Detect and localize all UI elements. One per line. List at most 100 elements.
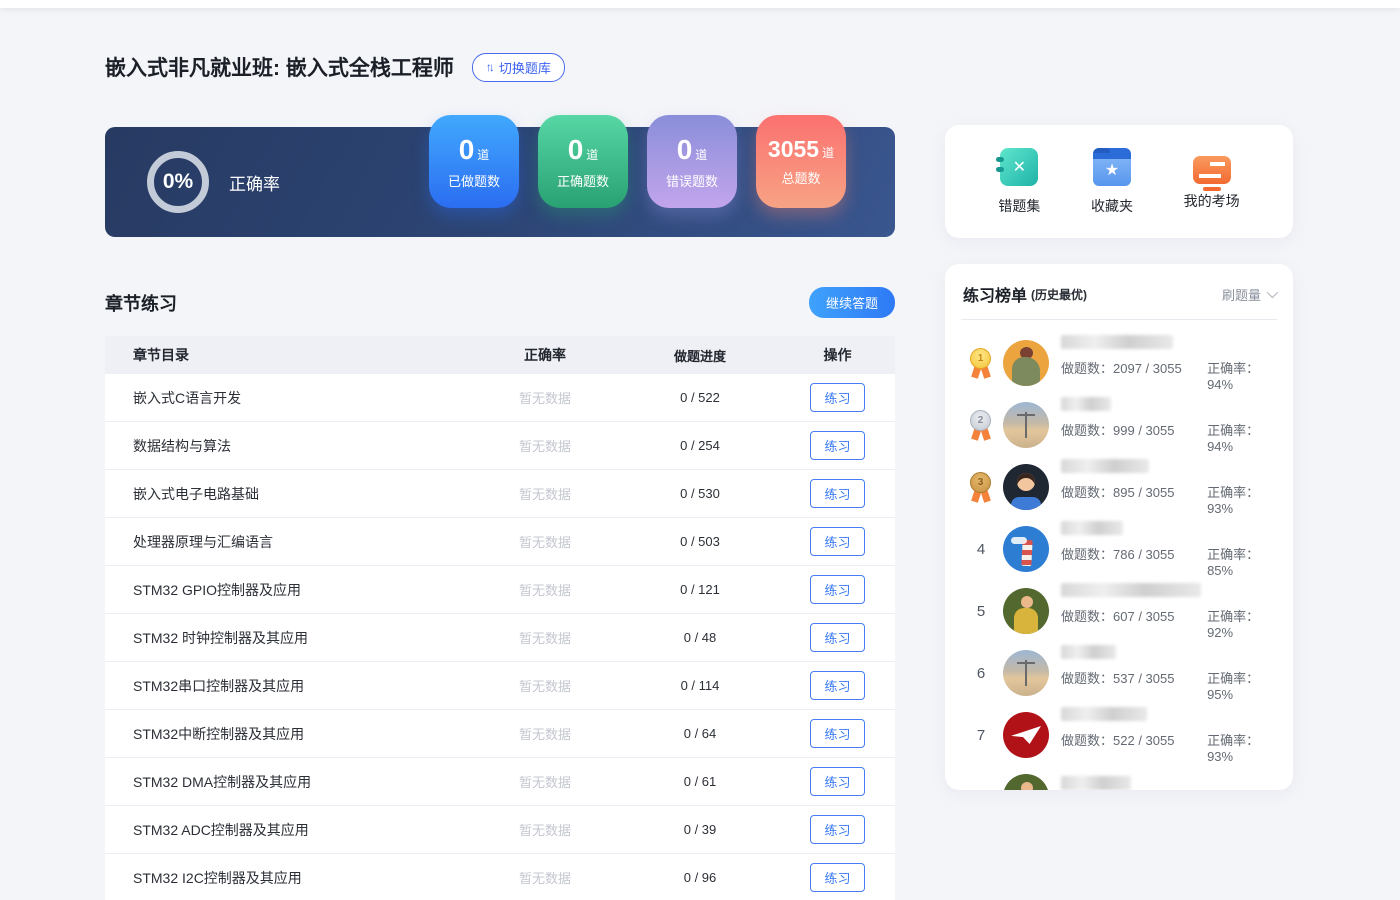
stat-unit: 道 [822, 146, 835, 160]
header-accuracy: 正确率 [524, 347, 566, 363]
chapter-progress: 0 / 114 [680, 678, 720, 693]
section-title: 章节练习 [105, 293, 177, 314]
stat-value: 3055 [767, 136, 820, 162]
medal-icon: 2 [969, 410, 993, 441]
entry-accuracy-label: 正确率： [1207, 670, 1260, 686]
leaderboard-row: 8 8 做题数： [961, 766, 1277, 790]
leaderboard-entry-info: 做题数：607 / 3055 正确率：92% [1061, 582, 1277, 640]
leaderboard-row: 6 6 做题数：537 / 3055 [961, 642, 1277, 704]
continue-answering-button[interactable]: 继续答题 [808, 287, 895, 318]
rank-cell: 8 8 [961, 789, 1001, 791]
leaderboard-entry-info: 做题数： 正确率： [1061, 776, 1277, 790]
practice-button[interactable]: 练习 [810, 575, 865, 604]
stat-value: 0 [458, 133, 475, 165]
chapter-name: STM32 时钟控制器及其应用 [133, 629, 309, 646]
entry-accuracy-label: 正确率： [1207, 546, 1260, 562]
avatar [1003, 712, 1049, 758]
chapter-progress: 0 / 64 [683, 726, 717, 741]
shortcut-item[interactable]: ★ 收藏夹 [1091, 147, 1133, 216]
leaderboard-sort-select[interactable]: 刷题量 [1222, 285, 1279, 304]
practice-button[interactable]: 练习 [810, 527, 865, 556]
entry-accuracy-label: 正确率： [1207, 608, 1260, 624]
practice-button[interactable]: 练习 [810, 719, 865, 748]
practice-button[interactable]: 练习 [810, 479, 865, 508]
stat-unit: 道 [695, 147, 708, 162]
practice-button[interactable]: 练习 [810, 863, 865, 892]
stat-unit: 道 [586, 147, 599, 162]
done-label: 做题数： [1061, 546, 1114, 562]
leaderboard-card: 练习榜单 (历史最优) 刷题量 1 做题数：2097 / 3055 正确率：94… [945, 264, 1293, 790]
stat-value: 0 [567, 133, 584, 165]
done-value: 786 / 3055 [1113, 546, 1175, 562]
rank-cell: 4 4 [961, 541, 1001, 558]
divider [961, 319, 1277, 320]
stat-card: 0 道 正确题数 [538, 115, 628, 208]
chapter-progress: 0 / 96 [683, 870, 717, 885]
chapter-name: 嵌入式C语言开发 [133, 389, 242, 406]
practice-button[interactable]: 练习 [810, 431, 865, 460]
shortcut-label: 错题集 [998, 197, 1041, 214]
leaderboard-entry-info: 做题数：999 / 3055 正确率：94% [1061, 396, 1277, 454]
chapter-accuracy: 暂无数据 [518, 535, 571, 550]
leaderboard-rows: 1 做题数： 2097 / 3055 正确率：94% 2 做题数：999 / 30… [961, 332, 1277, 790]
stat-cards: 0 道 已做题数 0 道 正确题数 0 道 错误题数 3055 道 总题数 [429, 115, 846, 208]
avatar [1003, 340, 1049, 386]
done-label: 做题数： [1061, 732, 1114, 748]
chapter-name: STM32 ADC控制器及其应用 [133, 821, 309, 838]
practice-button[interactable]: 练习 [810, 623, 865, 652]
rank-cell: 1 [961, 348, 1001, 379]
entry-accuracy-value: 93% [1207, 748, 1234, 764]
blurred-username [1061, 776, 1131, 790]
shortcuts-card: ✕ 错题集 ★ 收藏夹 我的考场 [945, 125, 1293, 238]
practice-button[interactable]: 练习 [810, 767, 865, 796]
leaderboard-entry-info: 做题数：522 / 3055 正确率：93% [1061, 706, 1277, 764]
practice-button[interactable]: 练习 [810, 383, 865, 412]
chapter-name: 数据结构与算法 [133, 437, 231, 454]
avatar [1003, 464, 1049, 510]
practice-section-header: 章节练习 继续答题 [105, 287, 895, 318]
chapter-accuracy: 暂无数据 [518, 679, 571, 694]
rank-cell: 3 [961, 472, 1001, 503]
done-value: 607 / 3055 [1113, 608, 1175, 624]
chapter-progress: 0 / 121 [680, 582, 720, 597]
done-label: 做题数： [1061, 670, 1114, 686]
header-action: 操作 [823, 347, 852, 363]
done-value: 895 / 3055 [1113, 484, 1175, 500]
avatar [1003, 402, 1049, 448]
practice-button[interactable]: 练习 [810, 671, 865, 700]
leaderboard-entry-info: 做题数：537 / 3055 正确率：95% [1061, 644, 1277, 702]
table-row: STM32 GPIO控制器及应用 暂无数据 0 / 121 练习 [105, 566, 895, 614]
accuracy-value: 0% [162, 170, 194, 193]
rank-cell: 7 7 [961, 727, 1001, 744]
rank-number: 8 [977, 789, 985, 791]
chapter-progress: 0 / 503 [680, 534, 720, 549]
practice-button[interactable]: 练习 [810, 815, 865, 844]
table-row: STM32 I2C控制器及其应用 暂无数据 0 / 96 练习 [105, 854, 895, 900]
chapter-progress: 0 / 48 [683, 630, 717, 645]
title-row: 嵌入式非凡就业班: 嵌入式全栈工程师 ↑↓ 切换题库 [105, 52, 1400, 82]
done-value: 2097 / 3055 [1113, 360, 1182, 376]
table-row: STM32 时钟控制器及其应用 暂无数据 0 / 48 练习 [105, 614, 895, 662]
shortcut-item[interactable]: ✕ 错题集 [996, 147, 1041, 216]
icon-glyph [1193, 156, 1231, 184]
accuracy-ring: 0% [147, 151, 209, 213]
entry-accuracy-value: 95% [1207, 686, 1234, 702]
stat-label: 已做题数 [447, 173, 500, 189]
stat-label: 正确题数 [556, 173, 609, 189]
leaderboard-subtitle: (历史最优) [1031, 287, 1088, 302]
table-row: STM32 DMA控制器及其应用 暂无数据 0 / 61 练习 [105, 758, 895, 806]
blurred-username [1061, 458, 1149, 473]
blurred-username [1061, 706, 1147, 721]
leaderboard-entry-info: 做题数：786 / 3055 正确率：85% [1061, 520, 1277, 578]
stat-card: 0 道 已做题数 [429, 115, 519, 208]
shortcut-item[interactable]: 我的考场 [1184, 153, 1240, 211]
rank-cell: 6 6 [961, 665, 1001, 682]
chapter-name: 处理器原理与汇编语言 [133, 533, 273, 550]
shortcut-icon [1192, 155, 1231, 191]
rank-number: 7 [976, 726, 986, 744]
switch-question-bank-button[interactable]: ↑↓ 切换题库 [471, 52, 565, 82]
chapter-accuracy: 暂无数据 [518, 871, 571, 886]
header-chapter: 章节目录 [133, 347, 189, 363]
accuracy-gauge-group: 0% 正确率 [105, 151, 280, 213]
entry-accuracy-label: 正确率： [1207, 360, 1260, 376]
